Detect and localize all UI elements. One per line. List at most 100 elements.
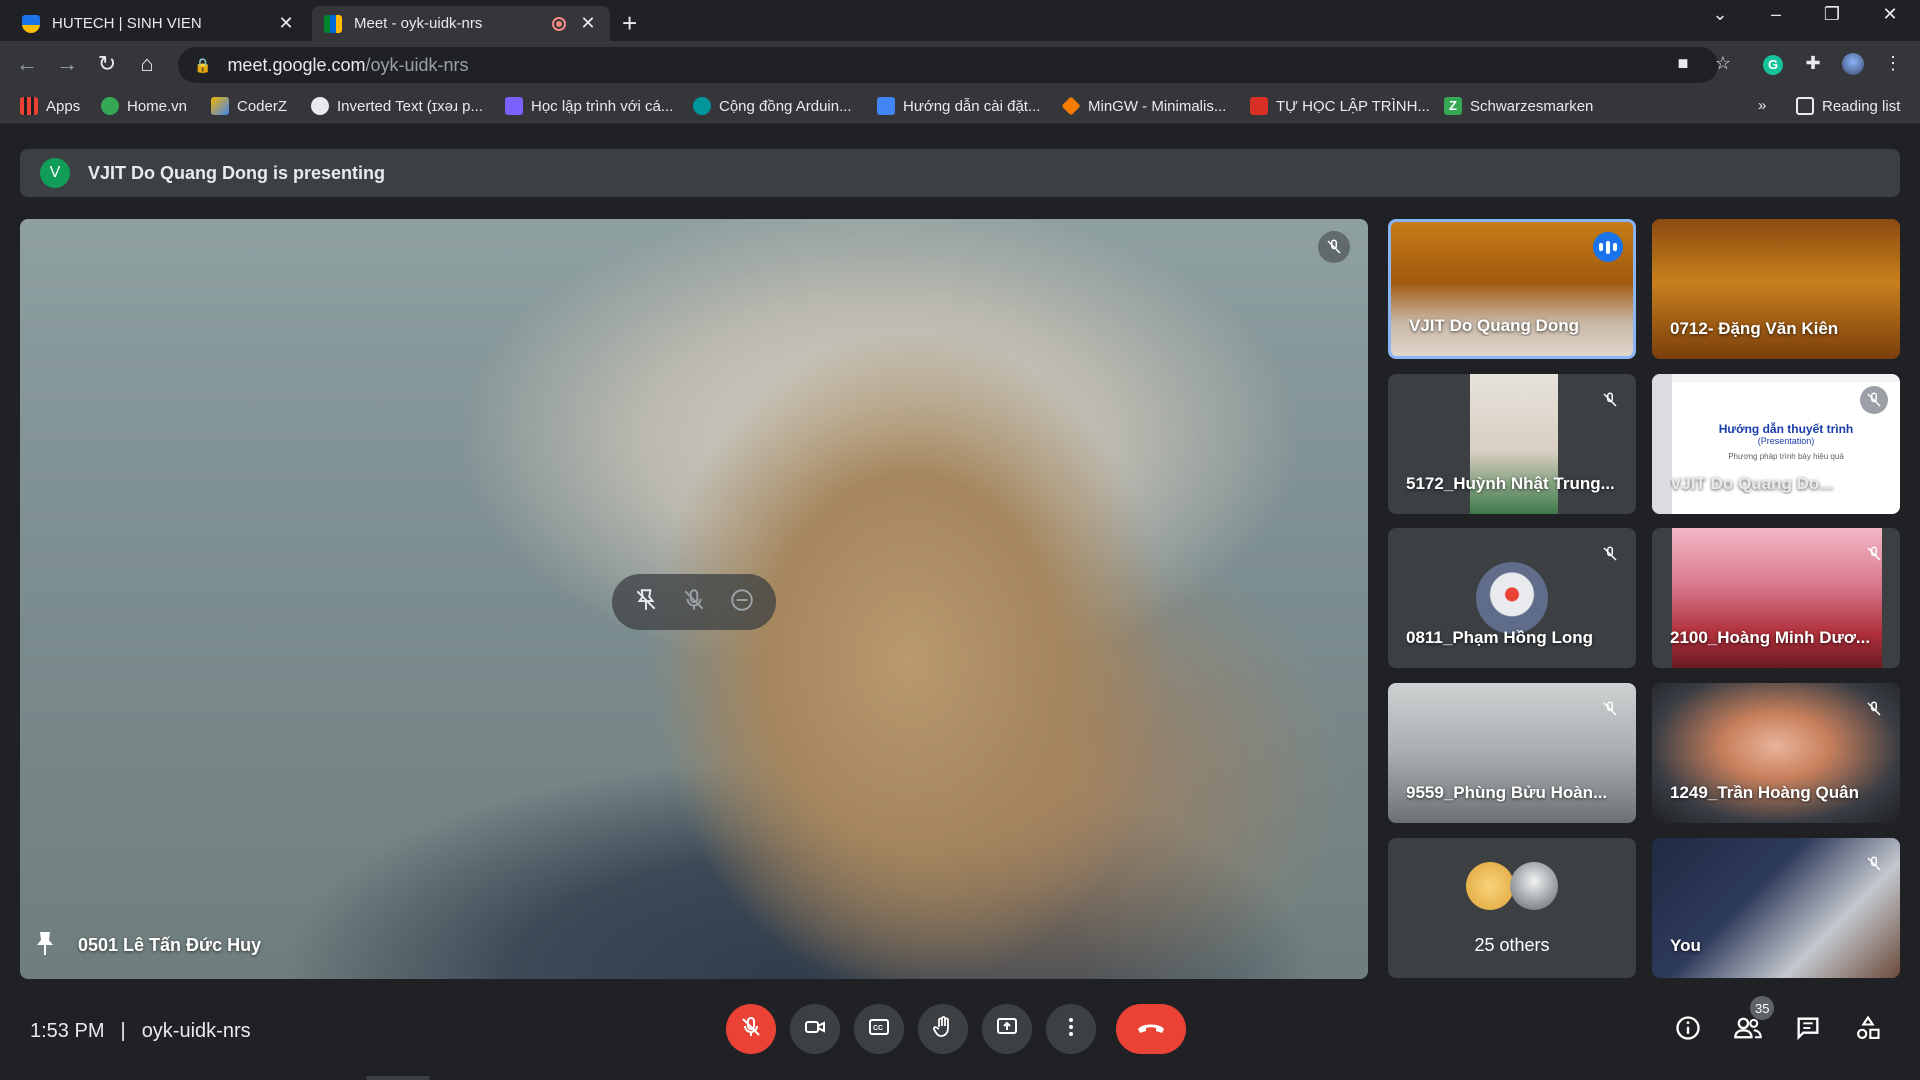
- main-participant-name: 0501 Lê Tấn Đức Huy: [78, 935, 262, 955]
- tuhoc-icon: [1250, 97, 1268, 115]
- close-tab-icon[interactable]: ✕: [276, 13, 296, 34]
- participant-tile-presentation[interactable]: Hướng dẫn thuyết trình (Presentation) Ph…: [1652, 374, 1900, 514]
- meet-page: V VJIT Do Quang Dong is presenting 0501 …: [0, 124, 1920, 1080]
- self-view-tile[interactable]: You: [1652, 838, 1900, 978]
- unpin-icon[interactable]: [633, 587, 659, 618]
- slide-title: Hướng dẫn thuyết trình: [1718, 422, 1854, 436]
- participant-name: 9559_Phùng Bửu Hoàn...: [1406, 783, 1608, 802]
- bookmark-schwarzesmarken[interactable]: Z Schwarzesmarken: [1444, 97, 1593, 115]
- leave-call-button[interactable]: [1116, 1004, 1186, 1054]
- hand-icon: [931, 1015, 955, 1044]
- bookmark-arduino[interactable]: Cộng đồng Arduin...: [693, 97, 852, 115]
- bookmark-inverted-text[interactable]: Inverted Text (ɪxəɹ p...: [311, 97, 483, 115]
- toggle-camera-button[interactable]: [790, 1004, 840, 1054]
- participant-name: 5172_Huỳnh Nhật Trung...: [1406, 474, 1615, 493]
- reading-list-icon: [1796, 97, 1814, 115]
- slide-panel: [1652, 374, 1672, 514]
- bookmark-star-icon[interactable]: ☆: [1710, 53, 1736, 74]
- forward-button[interactable]: →: [52, 51, 82, 77]
- main-participant-label: 0501 Lê Tấn Đức Huy: [34, 930, 261, 961]
- arduino-icon: [693, 97, 711, 115]
- back-button[interactable]: ←: [12, 51, 42, 77]
- participant-tile[interactable]: 0712- Đặng Văn Kiên: [1652, 219, 1900, 359]
- clock-time: 1:53 PM: [30, 1020, 105, 1042]
- presenting-banner[interactable]: V VJIT Do Quang Dong is presenting: [20, 149, 1900, 197]
- profile-avatar[interactable]: [1840, 53, 1866, 80]
- mic-off-icon: [739, 1015, 763, 1044]
- restore-button[interactable]: ❐: [1812, 4, 1852, 25]
- bookmark-homevn[interactable]: Home.vn: [101, 97, 187, 115]
- tab-hutech[interactable]: HUTECH | SINH VIEN ✕: [10, 6, 308, 41]
- grammarly-icon[interactable]: G: [1760, 53, 1786, 75]
- minimize-button[interactable]: –: [1756, 4, 1796, 25]
- others-count-label: 25 others: [1474, 935, 1550, 955]
- presenting-text: VJIT Do Quang Dong is presenting: [88, 162, 386, 183]
- meeting-details-button[interactable]: [1670, 1012, 1706, 1048]
- close-window-button[interactable]: ✕: [1870, 4, 1910, 25]
- bookmarks-bar: Apps Home.vn CoderZ Inverted Text (ɪxəɹ …: [0, 89, 1920, 123]
- browser-tab-strip: HUTECH | SINH VIEN ✕ Meet - oyk-uidk-nrs…: [0, 0, 1920, 41]
- participant-name: VJIT Do Quang Dong: [1409, 316, 1579, 335]
- other-participant-avatar: [1466, 862, 1514, 910]
- hutech-shield-icon: [22, 14, 40, 33]
- close-tab-icon[interactable]: ✕: [578, 13, 598, 34]
- bookmark-tu-hoc[interactable]: TỰ HỌC LẬP TRÌNH...: [1250, 97, 1430, 115]
- url-host: meet.google.com: [227, 54, 366, 75]
- participant-tile[interactable]: 5172_Huỳnh Nhật Trung...: [1388, 374, 1636, 514]
- more-options-button[interactable]: [1046, 1004, 1096, 1054]
- bookmark-label: Học lập trình với cá...: [531, 97, 674, 115]
- participant-tile[interactable]: 2100_Hoàng Minh Dươ...: [1652, 528, 1900, 668]
- other-participant-avatar: [1510, 862, 1558, 910]
- bookmarks-overflow-button[interactable]: »: [1758, 97, 1766, 114]
- hang-up-icon: [1136, 1019, 1166, 1040]
- presenter-avatar: V: [40, 158, 70, 188]
- slide-subtitle: (Presentation): [1757, 436, 1815, 446]
- slide-caption: Phương pháp trình bày hiệu quả: [1728, 452, 1844, 461]
- camera-in-use-icon[interactable]: ■: [1670, 53, 1696, 74]
- reload-button[interactable]: ↻: [92, 51, 122, 77]
- activities-button[interactable]: [1850, 1012, 1886, 1048]
- bookmark-coderz[interactable]: CoderZ: [211, 97, 287, 115]
- captions-button[interactable]: CC: [854, 1004, 904, 1054]
- reading-list-button[interactable]: Reading list: [1796, 97, 1900, 115]
- speaking-indicator-icon: [1593, 232, 1623, 262]
- tab-title: HUTECH | SINH VIEN: [52, 15, 202, 32]
- bookmark-label: CoderZ: [237, 97, 288, 115]
- participant-tile[interactable]: 1249_Trần Hoàng Quân: [1652, 683, 1900, 823]
- home-button[interactable]: ⌂: [132, 51, 162, 77]
- participant-name: 1249_Trần Hoàng Quân: [1670, 783, 1859, 802]
- remove-participant-icon[interactable]: [729, 587, 755, 618]
- google-meet-icon: [324, 14, 342, 33]
- z-icon: Z: [1444, 97, 1462, 115]
- main-video-tile[interactable]: 0501 Lê Tấn Đức Huy: [20, 219, 1368, 979]
- participant-name: VJIT Do Quang Do...: [1670, 474, 1834, 493]
- meeting-code[interactable]: oyk-uidk-nrs: [142, 1020, 251, 1043]
- extensions-puzzle-icon[interactable]: ✚: [1800, 53, 1826, 74]
- participant-tile[interactable]: 9559_Phùng Bửu Hoàn...: [1388, 683, 1636, 823]
- present-now-button[interactable]: [982, 1004, 1032, 1054]
- toggle-microphone-button[interactable]: [726, 1004, 776, 1054]
- participant-avatar: [1476, 562, 1548, 634]
- bookmark-mingw[interactable]: MinGW - Minimalis...: [1061, 96, 1226, 116]
- chat-button[interactable]: [1790, 1012, 1826, 1048]
- bookmark-apps[interactable]: Apps: [20, 97, 80, 115]
- tab-meet[interactable]: Meet - oyk-uidk-nrs ✕: [312, 6, 610, 41]
- svg-text:CC: CC: [873, 1025, 883, 1032]
- mute-participant-icon[interactable]: [681, 587, 707, 618]
- participant-tile[interactable]: VJIT Do Quang Dong: [1388, 219, 1636, 359]
- home-vn-icon: [101, 97, 119, 115]
- participant-tile[interactable]: 0811_Phạm Hồng Long: [1388, 528, 1636, 668]
- bookmark-label: Apps: [46, 97, 81, 115]
- raise-hand-button[interactable]: [918, 1004, 968, 1054]
- others-tile[interactable]: 25 others: [1388, 838, 1636, 978]
- address-bar[interactable]: 🔒 meet.google.com/oyk-uidk-nrs: [178, 47, 1718, 83]
- bookmark-hoc-lap-trinh[interactable]: Học lập trình với cá...: [505, 97, 673, 115]
- tab-search-icon[interactable]: ⌄: [1700, 4, 1740, 25]
- closed-captions-icon: CC: [867, 1015, 891, 1044]
- bookmark-label: Cộng đồng Arduin...: [719, 97, 852, 115]
- new-tab-button[interactable]: +: [622, 8, 637, 39]
- bookmark-huong-dan[interactable]: Hướng dẫn cài đặt...: [877, 97, 1040, 115]
- chrome-menu-icon[interactable]: ⋮: [1880, 53, 1906, 74]
- apps-grid-icon: [20, 97, 38, 115]
- meet-controls-bar: 1:53 PM | oyk-uidk-nrs CC 35: [0, 980, 1920, 1080]
